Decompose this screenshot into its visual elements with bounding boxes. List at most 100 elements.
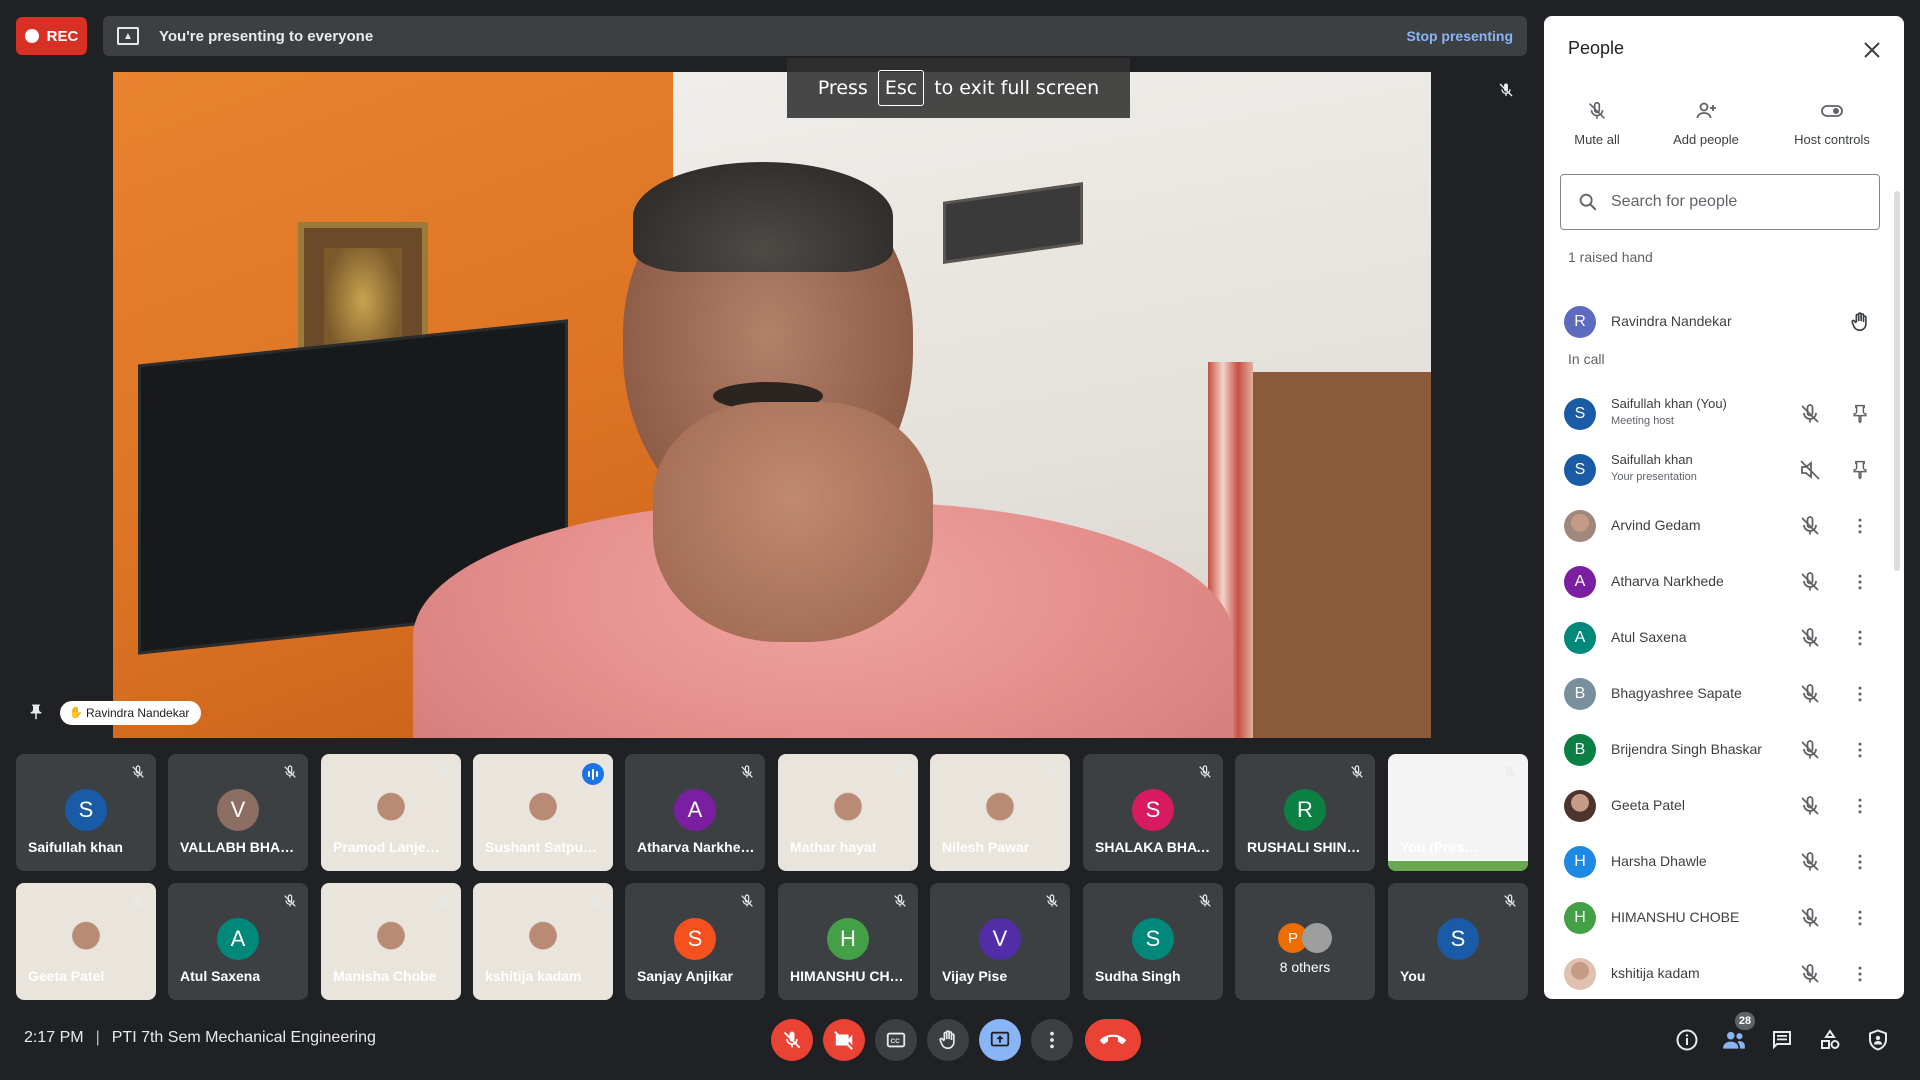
participant-row[interactable]: Geeta Patel — [1544, 778, 1904, 834]
more-options-button[interactable] — [1848, 738, 1872, 762]
participant-tile[interactable]: Manisha Chobe — [321, 883, 461, 1000]
more-options-button[interactable] — [1848, 682, 1872, 706]
mic-toggle-button[interactable] — [771, 1019, 813, 1061]
participant-tile[interactable]: S SHALAKA BHAVE — [1083, 754, 1223, 871]
participant-tile[interactable]: Nilesh Pawar — [930, 754, 1070, 871]
main-video[interactable] — [113, 72, 1431, 738]
avatar: V — [979, 918, 1021, 960]
participant-tile[interactable]: Mathar hayat — [778, 754, 918, 871]
shapes-icon — [1821, 1029, 1840, 1049]
more-options-button[interactable] — [1031, 1019, 1073, 1061]
avatar: A — [1564, 566, 1596, 598]
more-options-button[interactable] — [1848, 626, 1872, 650]
add-people-label: Add people — [1673, 132, 1739, 147]
mic-off-icon — [1197, 893, 1213, 909]
more-options-button[interactable] — [1848, 962, 1872, 986]
add-people-button[interactable]: Add people — [1656, 96, 1756, 147]
participant-row[interactable]: A Atharva Narkhede — [1544, 554, 1904, 610]
meeting-details-button[interactable] — [1674, 1027, 1700, 1053]
participant-tile[interactable]: H HIMANSHU CH… — [778, 883, 918, 1000]
more-options-button[interactable] — [1848, 570, 1872, 594]
people-search[interactable] — [1560, 174, 1880, 230]
participant-tile[interactable]: Sushant Satpu… — [473, 754, 613, 871]
participant-tile[interactable]: Pramod Lanje… — [321, 754, 461, 871]
mic-off-icon[interactable] — [1798, 794, 1822, 818]
participant-tile[interactable]: You (Pres… — [1388, 754, 1528, 871]
chat-button[interactable] — [1769, 1027, 1795, 1053]
more-vert-icon — [1858, 798, 1862, 814]
host-controls-action[interactable]: Host controls — [1782, 96, 1882, 147]
avatar: A — [217, 918, 259, 960]
more-options-button[interactable] — [1848, 794, 1872, 818]
leave-call-button[interactable] — [1085, 1019, 1141, 1061]
panel-scrollbar[interactable] — [1894, 191, 1900, 571]
mic-off-icon[interactable] — [1798, 682, 1822, 706]
captions-button[interactable]: CC — [875, 1019, 917, 1061]
mic-off-icon — [435, 893, 451, 909]
participant-name: Geeta Patel — [28, 968, 105, 984]
mic-off-icon[interactable] — [1798, 738, 1822, 762]
mic-off-icon[interactable] — [1798, 962, 1822, 986]
participant-row[interactable]: B Brijendra Singh Bhaskar — [1544, 722, 1904, 778]
host-controls-button[interactable] — [1865, 1027, 1891, 1053]
mute-all-button[interactable]: Mute all — [1547, 96, 1647, 147]
video-door — [1223, 372, 1431, 738]
avatar — [1564, 958, 1596, 990]
shield-icon — [1869, 1029, 1887, 1051]
people-button[interactable] — [1721, 1027, 1747, 1053]
more-options-button[interactable] — [1848, 906, 1872, 930]
participant-tile[interactable]: S You — [1388, 883, 1528, 1000]
participant-name: You — [1400, 968, 1426, 984]
participant-row[interactable]: H Harsha Dhawle — [1544, 834, 1904, 890]
raised-hand-row[interactable]: R Ravindra Nandekar — [1544, 294, 1904, 350]
fullscreen-banner: Press Esc to exit full screen — [787, 58, 1130, 118]
volume-off-icon[interactable] — [1798, 458, 1822, 482]
fullscreen-banner-pre: Press — [817, 77, 868, 99]
participant-tile[interactable]: A Atul Saxena — [168, 883, 308, 1000]
more-options-button[interactable] — [1848, 514, 1872, 538]
more-options-button[interactable] — [1848, 850, 1872, 874]
stop-presenting-button[interactable]: Stop presenting — [1406, 28, 1513, 44]
activities-button[interactable] — [1817, 1027, 1843, 1053]
participant-tile[interactable]: A Atharva Narkhe… — [625, 754, 765, 871]
participant-row[interactable]: Arvind Gedam — [1544, 498, 1904, 554]
participant-tile[interactable]: Geeta Patel — [16, 883, 156, 1000]
participant-tile[interactable]: S Sanjay Anjikar — [625, 883, 765, 1000]
avatar — [1564, 510, 1596, 542]
pin-button[interactable] — [1848, 402, 1872, 426]
camera-toggle-button[interactable] — [823, 1019, 865, 1061]
panel-title: People — [1568, 38, 1625, 58]
participant-row[interactable]: S Saifullah khan (You) Meeting host — [1544, 386, 1904, 442]
speaking-indicator-icon — [582, 763, 604, 785]
present-screen-button[interactable] — [979, 1019, 1021, 1061]
pin-icon[interactable] — [27, 702, 45, 722]
participant-name: Sanjay Anjikar — [637, 968, 733, 984]
close-icon[interactable] — [1860, 38, 1884, 62]
participant-name: Sushant Satpu… — [485, 839, 598, 855]
participant-tile[interactable]: P 8 others — [1235, 883, 1375, 1000]
participant-name: Bhagyashree Sapate — [1611, 685, 1742, 701]
mic-off-icon[interactable] — [1798, 626, 1822, 650]
participant-tile[interactable]: S Sudha Singh — [1083, 883, 1223, 1000]
mic-off-icon[interactable] — [1798, 570, 1822, 594]
participant-row[interactable]: H HIMANSHU CHOBE — [1544, 890, 1904, 946]
participant-tile[interactable]: kshitija kadam — [473, 883, 613, 1000]
pin-button[interactable] — [1848, 458, 1872, 482]
raise-hand-button[interactable] — [927, 1019, 969, 1061]
people-icon — [1723, 1031, 1745, 1049]
participant-tile[interactable]: V VALLABH BHAL… — [168, 754, 308, 871]
participant-row[interactable]: A Atul Saxena — [1544, 610, 1904, 666]
participant-tile[interactable]: R RUSHALI SHIN… — [1235, 754, 1375, 871]
lower-hand-button[interactable] — [1848, 310, 1872, 334]
participant-tile[interactable]: S Saifullah khan — [16, 754, 156, 871]
participant-row[interactable]: S Saifullah khan Your presentation — [1544, 442, 1904, 498]
participant-tile[interactable]: V Vijay Pise — [930, 883, 1070, 1000]
search-input[interactable] — [1611, 193, 1871, 211]
participant-row[interactable]: B Bhagyashree Sapate — [1544, 666, 1904, 722]
mic-off-icon[interactable] — [1798, 850, 1822, 874]
mic-off-icon[interactable] — [1798, 906, 1822, 930]
participant-row[interactable]: kshitija kadam — [1544, 946, 1904, 999]
more-vert-icon — [1858, 574, 1862, 590]
mic-off-icon[interactable] — [1798, 514, 1822, 538]
mic-off-icon[interactable] — [1798, 402, 1822, 426]
